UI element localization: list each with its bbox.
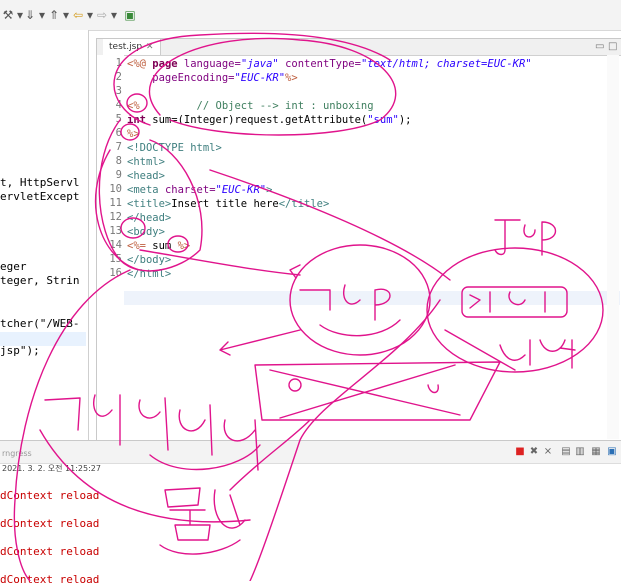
java-editor-pane: t, HttpServl ervletExcept eger teger, St… xyxy=(0,30,89,440)
line-number-gutter: 1 2 3 4 5 6 7 8 9 10 11 12 13 14 15 16 xyxy=(97,55,124,439)
console-toolbar: rngress ■ ✖ ⨯ ▤ ▥ ▦ ▣ xyxy=(0,441,621,464)
open-console-icon[interactable]: ▣ xyxy=(606,446,618,458)
tab-label: test.jsp xyxy=(109,42,143,52)
code-line-11: <title>Insert title here</title> xyxy=(127,198,330,210)
code-line: tcher("/WEB- xyxy=(0,317,80,330)
remove-all-icon[interactable]: ⨯ xyxy=(542,446,554,458)
code-line-13: <body> xyxy=(127,226,165,238)
scroll-lock-icon[interactable]: ▥ xyxy=(574,446,586,458)
console-view: rngress ■ ✖ ⨯ ▤ ▥ ▦ ▣ 2021. 3. 2. 오전 11:… xyxy=(0,440,621,586)
code-line-2: pageEncoding="EUC-KR"%> xyxy=(127,72,298,84)
line-number: 9 xyxy=(115,169,122,181)
code-line-14: <%= sum %> xyxy=(127,240,191,252)
console-line: dContext reload xyxy=(0,545,100,558)
jsp-editor: test.jsp ✕ ▭ □ 1 2 3 4 5 6 7 8 9 10 11 12… xyxy=(96,38,621,442)
editor-tab-bar: test.jsp ✕ ▭ □ xyxy=(97,39,621,56)
console-line: dContext reload xyxy=(0,517,100,530)
clear-console-icon[interactable]: ▤ xyxy=(560,446,572,458)
code-line-16: </html> xyxy=(127,268,172,280)
dropdown-icon[interactable]: ▾ xyxy=(106,7,122,23)
line-number: 7 xyxy=(115,141,122,153)
line-number: 5 xyxy=(115,113,122,125)
code-line: ervletExcept xyxy=(0,190,80,203)
tab-test-jsp[interactable]: test.jsp ✕ xyxy=(103,39,161,55)
code-line-5: int sum=(Integer)request.getAttribute("s… xyxy=(127,114,412,126)
code-line-12: </head> xyxy=(127,212,172,224)
line-number: 13 xyxy=(109,225,122,237)
line-number: 8 xyxy=(115,155,122,167)
line-number: 14 xyxy=(109,239,122,251)
code-line-6: %> xyxy=(127,128,140,140)
line-number: 1 xyxy=(115,57,122,69)
code-line-7: <!DOCTYPE html> xyxy=(127,142,222,154)
minimize-icon[interactable]: ▭ xyxy=(595,41,604,52)
code-line-15: </body> xyxy=(127,254,172,266)
code-line-10: <meta charset="EUC-KR"> xyxy=(127,184,273,196)
console-timestamp: 2021. 3. 2. 오전 11:25:27 xyxy=(2,464,101,473)
line-number: 6 xyxy=(115,127,122,139)
line-number: 15 xyxy=(109,253,122,265)
console-line: dContext reload xyxy=(0,489,100,502)
code-line: t, HttpServl xyxy=(0,176,80,189)
pin-console-icon[interactable]: ▦ xyxy=(590,446,602,458)
code-line-9: <head> xyxy=(127,170,165,182)
code-line-1: <%@ page language="java" contentType="te… xyxy=(127,58,532,70)
vertical-scrollbar[interactable] xyxy=(607,55,619,439)
line-number: 12 xyxy=(109,211,122,223)
line-number: 2 xyxy=(115,71,122,83)
close-icon[interactable]: ✕ xyxy=(146,42,154,52)
maximize-icon[interactable]: □ xyxy=(608,41,617,52)
line-number: 10 xyxy=(109,183,122,195)
remove-launch-icon[interactable]: ✖ xyxy=(528,446,540,458)
code-line-4: <% // Object --> int : unboxing xyxy=(127,100,374,112)
code-line: jsp"); xyxy=(0,344,40,357)
main-toolbar: ⚒ ▾ ⇓ ▾ ⇑ ▾ ⇦ ▾ ⇨ ▾ ▣ xyxy=(0,0,621,31)
pin-editor-icon[interactable]: ▣ xyxy=(122,7,138,23)
code-line: eger xyxy=(0,260,27,273)
line-number: 4 xyxy=(115,99,122,111)
current-line-highlight xyxy=(124,291,620,305)
console-line: dContext reload xyxy=(0,573,100,586)
code-line-8: <html> xyxy=(127,156,165,168)
terminate-icon[interactable]: ■ xyxy=(514,446,526,458)
line-number: 11 xyxy=(109,197,122,209)
line-number: 3 xyxy=(115,85,122,97)
console-title: rngress xyxy=(2,449,32,458)
line-number: 16 xyxy=(109,267,122,279)
code-line: teger, Strin xyxy=(0,274,80,287)
